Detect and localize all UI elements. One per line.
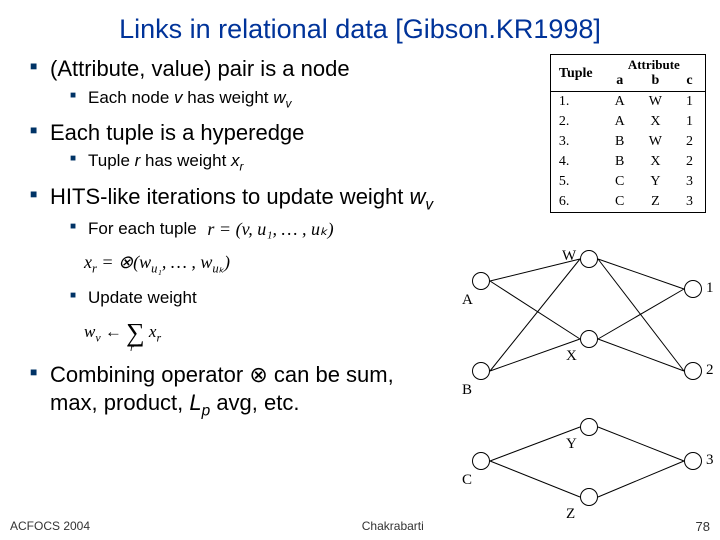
table-row: 3.BW2	[551, 132, 705, 152]
table-head-tuple: Tuple	[551, 55, 603, 92]
bullet-3a: For each tuple r = (v, u₁, … , uₖ)	[50, 218, 450, 241]
data-table: Tuple Attribute a b c 1.AW12.AX13.BW24.B…	[550, 54, 706, 213]
table-col-c: c	[674, 73, 705, 92]
table-row: 6.CZ3	[551, 192, 705, 212]
formula-xr: xr = ⊗(wu₁, … , wuₖ)	[84, 251, 230, 277]
table-head-attribute: Attribute	[603, 55, 705, 73]
bullet-3: HITS-like iterations to update weight wv…	[30, 183, 450, 357]
table-row: 5.CY3	[551, 172, 705, 192]
table-row: 1.AW1	[551, 92, 705, 113]
footer-left: ACFOCS 2004	[10, 519, 90, 534]
slide-title: Links in relational data [Gibson.KR1998]	[0, 0, 720, 55]
table-col-a: a	[603, 73, 637, 92]
formula-tuple: r = (v, u₁, … , uₖ)	[207, 218, 333, 241]
table-col-b: b	[637, 73, 674, 92]
table-row: 4.BX2	[551, 152, 705, 172]
bullet-3b: Update weight	[50, 287, 450, 308]
hypergraph-diagram: A B C W X Y Z 1 2 3	[462, 250, 720, 520]
formula-wv: wv ← ∑r xr	[84, 317, 161, 350]
edges	[462, 250, 720, 520]
table-row: 2.AX1	[551, 112, 705, 132]
page-number: 78	[696, 519, 710, 534]
bullet-4: Combining operator ⊗ can be sum, max, pr…	[30, 361, 470, 420]
footer-author: Chakrabarti	[362, 519, 424, 534]
footer: ACFOCS 2004 Chakrabarti 78	[0, 519, 720, 534]
